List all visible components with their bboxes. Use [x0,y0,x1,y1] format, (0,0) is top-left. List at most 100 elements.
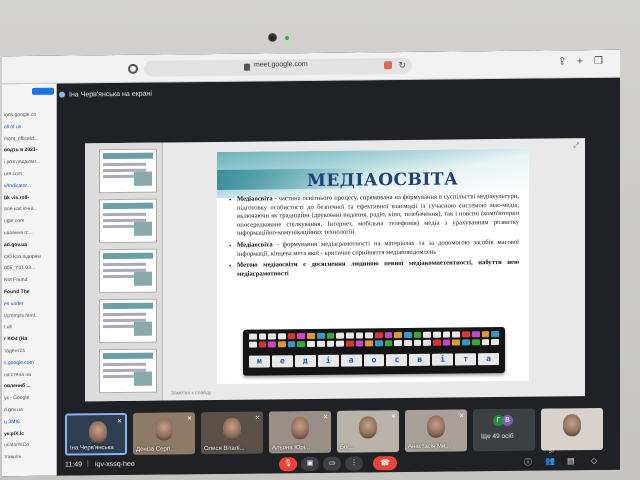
keyboard-key [462,331,470,338]
webcam-led-icon [285,36,289,40]
slide-thumbnail[interactable] [99,298,157,344]
more-options-button[interactable]: ⋮ [345,456,363,471]
side-panel-line[interactable]: v/Indicator... [4,183,31,189]
term: Медіаосвіта [237,195,273,203]
more-vert-icon: ⋮ [350,459,358,467]
side-panel-line[interactable]: ОО.Каз.підпрям [4,253,41,259]
participant-tile[interactable]: ✕ Анастасія Ми... [405,409,467,453]
keyboard-letter-key: т [455,353,477,366]
keyboard-key [452,331,461,338]
keyboard-key [345,340,354,347]
side-panel-line[interactable]: es under [4,301,23,307]
side-panel-line[interactable]: ук - Google [4,395,29,401]
hang-up-icon: ☎ [380,458,390,468]
side-panel-line[interactable]: овленнб ... [4,383,31,389]
side-panel-line[interactable]: t.uk [4,325,12,331]
side-panel-line[interactable]: s.google.com [4,360,34,366]
side-panel-line[interactable]: Not Found [4,277,27,283]
slide-notes-placeholder[interactable]: Заметки к слайду [171,390,212,396]
tabs-overview-icon[interactable]: ❐ [594,56,603,67]
side-panel-line[interactable]: d.gov.ua [4,407,23,413]
participant-name: Іна Черв'янська [70,445,114,452]
leave-call-button[interactable]: ☎ [373,456,397,471]
slide-thumbnail[interactable] [99,348,157,394]
keyboard-key [471,339,480,346]
keyboard-key [326,332,335,339]
participant-video [89,421,107,444]
side-panel-line[interactable]: ц ЗМІЄ [4,419,20,425]
more-participants-tile[interactable]: Г В Ще 49 осіб [473,408,535,452]
side-panel-line[interactable]: ment_officeId... [4,135,38,141]
keyboard-key [404,339,412,347]
slide-paragraph-1: • Медіаосвіта - частина освітнього проце… [229,193,519,239]
new-tab-icon[interactable]: + [577,56,583,67]
participant-tile[interactable]: ✕ Альона Юрі... [269,410,331,454]
self-view-tile[interactable] [541,407,603,451]
expand-icon[interactable]: ⤢ [573,142,579,150]
side-panel-line[interactable]: I/cmmpls.html... [4,312,39,318]
info-icon[interactable]: ⓘ [524,457,532,468]
address-bar[interactable]: meet.google.com ↻ [144,57,412,77]
participant-tile[interactable]: ✕ Деніза Сергі... [133,412,195,455]
keyboard-letter-key: д [294,354,316,368]
side-panel-line[interactable]: ugle.com [4,218,24,224]
side-panel-line[interactable]: на стена на [4,372,31,378]
screen: meet.google.com ↻ ⇪ + ❐ ions.google.co al… [2,49,620,477]
keyboard-letter-key: а [340,354,362,367]
keyboard-key [249,341,257,348]
definition-text: - частина освітнього процесу, спрямована… [237,192,519,238]
slide-thumbnail[interactable] [99,148,157,194]
camera-toggle-button[interactable]: ▣ [301,456,319,472]
keyboard-key [433,339,441,346]
participant-name: Альона Юрі... [272,445,311,452]
slide-thumbnail[interactable] [99,198,157,244]
keyboard-key [365,340,373,347]
participant-tile[interactable]: ✕ Іна Черв'янська [65,412,127,456]
side-panel-line[interactable]: ure.com [4,171,22,177]
participant-tile[interactable]: ✕ Бог... [337,410,399,453]
keyboard-key-row [249,331,499,340]
extension-icon[interactable] [384,61,392,70]
keyboard-key [442,331,451,338]
current-time: 11:49 [65,461,82,469]
activities-icon[interactable]: ◇ [591,456,597,465]
side-panel-line[interactable]: 005_Y01.03... [4,265,35,271]
side-panel-line[interactable]: ucator/KCo [4,442,29,448]
slide-thumbnail[interactable] [99,248,157,294]
side-panel-line[interactable]: Found The [4,289,30,295]
side-panel-line[interactable]: r KO4 (Ha [4,336,27,342]
present-button[interactable]: ▭ [323,456,341,471]
keyboard-key [336,340,344,347]
participant-video [155,418,173,441]
side-panel-line[interactable]: ions.google.co [4,112,36,118]
keyboard-letter-key: е [271,355,293,368]
keyboard-key [365,332,373,339]
keyboard-key [462,339,470,346]
side-panel-line[interactable]: ad.gov.ua [4,242,27,248]
keyboard-key [491,339,499,346]
participant-name: Анастасія Ми... [408,443,451,450]
side-panel-line[interactable]: bk vis.roll- [4,195,29,201]
people-icon[interactable]: 👥 [545,456,555,465]
participant-tile[interactable]: ✕ Олеся Віталі... [201,411,263,455]
side-panel-line[interactable]: ьваання rc... [4,230,33,236]
goal-text: Метою медіаосвіти є досягнення людиною п… [237,258,519,278]
separator: | [87,460,89,468]
side-panel-line[interactable]: тадент21 [4,348,25,354]
side-panel-line[interactable]: ук.plX.Ic [4,431,24,437]
chat-icon[interactable]: ▤ [567,456,575,465]
side-panel-line[interactable]: all of us [4,124,21,130]
side-panel-line[interactable]: тпиш/Ін [4,454,21,460]
mic-toggle-button[interactable]: 🎙 [279,457,297,472]
side-panel-line[interactable]: і розглядаюмт... [4,159,40,165]
share-icon[interactable]: ⇪ [558,56,566,67]
reload-icon[interactable]: ↻ [398,60,406,71]
meet-window: Іна Черв'янська на екрані ⤢ МЕДІАОСВІТА … [57,77,620,476]
slide-paragraph-2: • Медіаосвіта - формування медіаграмотно… [229,239,519,259]
privacy-shield-icon[interactable] [128,63,138,74]
keyboard-key [287,341,296,348]
side-panel-line[interactable]: водть в 2021- [4,147,37,153]
panel-badge[interactable] [32,87,54,95]
keyboard-illustration: медіаосвіта [243,326,505,376]
side-panel-line[interactable]: але кає ючні... [4,206,37,212]
